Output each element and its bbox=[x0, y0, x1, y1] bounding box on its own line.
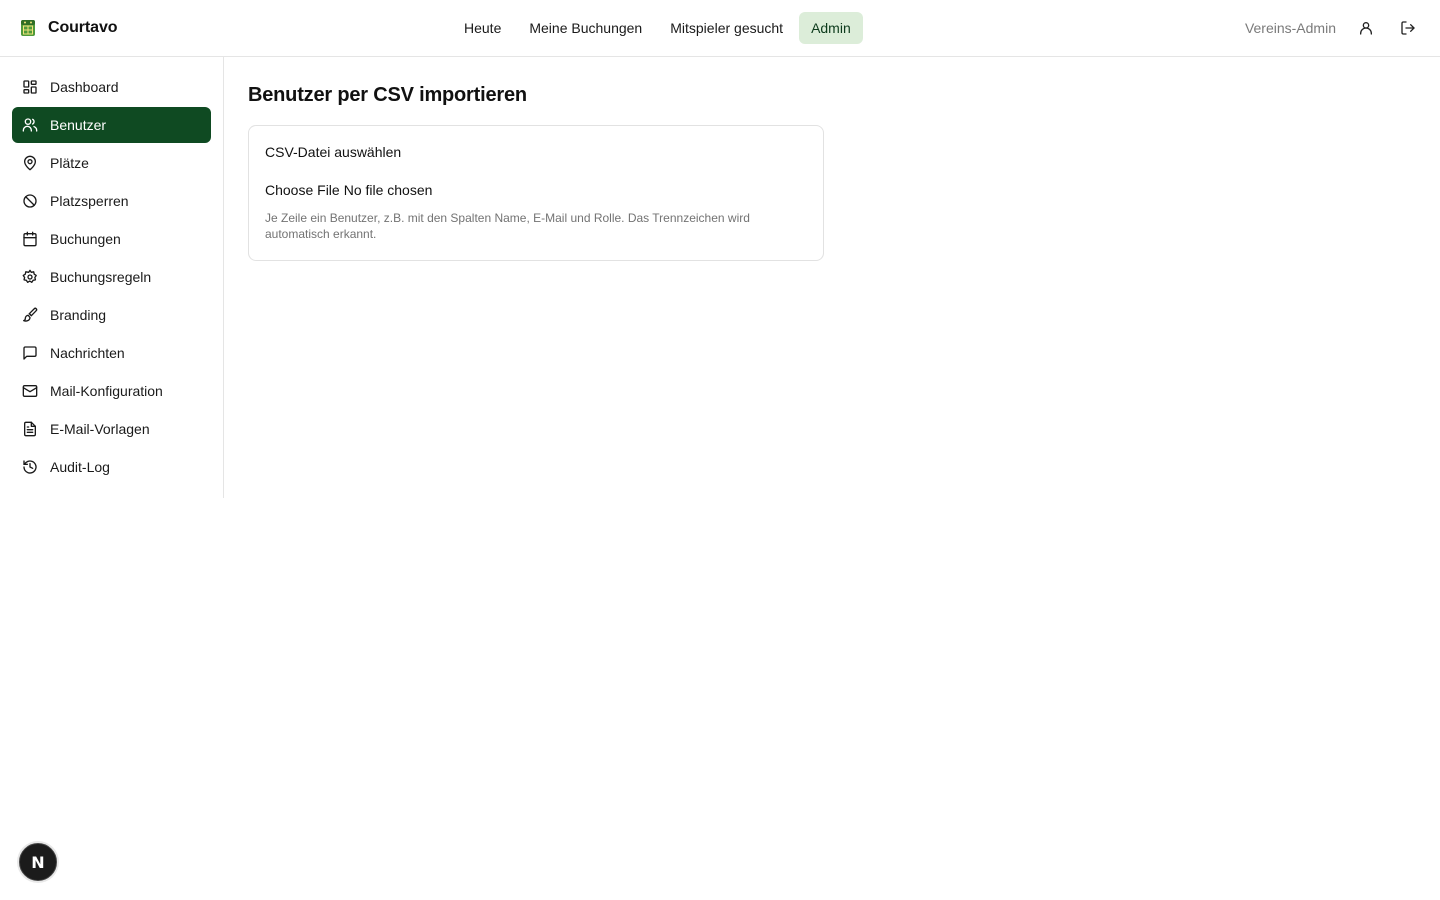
ban-icon bbox=[22, 193, 38, 209]
tennis-court-icon bbox=[20, 19, 36, 37]
dev-tools-badge[interactable]: N bbox=[19, 843, 57, 881]
sidebar-item-audit-log[interactable]: Audit-Log bbox=[12, 449, 211, 485]
mail-icon bbox=[22, 383, 38, 399]
top-navigation: Heute Meine Buchungen Mitspieler gesucht… bbox=[452, 12, 863, 44]
topnav-my-bookings[interactable]: Meine Buchungen bbox=[517, 12, 654, 44]
topnav-players-wanted[interactable]: Mitspieler gesucht bbox=[658, 12, 795, 44]
csv-help-text: Je Zeile ein Benutzer, z.B. mit den Spal… bbox=[265, 211, 750, 241]
sidebar-item-label: Buchungen bbox=[50, 231, 121, 247]
map-pin-icon bbox=[22, 155, 38, 171]
dashboard-icon bbox=[22, 79, 38, 95]
file-status: No file chosen bbox=[343, 182, 433, 198]
sidebar-item-label: Nachrichten bbox=[50, 345, 125, 361]
sidebar-item-label: Benutzer bbox=[50, 117, 107, 133]
sidebar-item-dashboard[interactable]: Dashboard bbox=[12, 69, 211, 105]
sidebar-item-label: Audit-Log bbox=[50, 459, 110, 475]
sidebar: Dashboard Benutzer Plätze Platzsperren B… bbox=[0, 57, 224, 498]
choose-file-button[interactable]: Choose File bbox=[265, 181, 340, 199]
csv-file-label: CSV-Datei auswählen bbox=[265, 144, 402, 160]
main-content: Benutzer per CSV importieren CSV-Datei a… bbox=[248, 80, 824, 261]
sidebar-item-label: E-Mail-Vorlagen bbox=[50, 421, 150, 437]
paintbrush-icon bbox=[22, 307, 38, 323]
csv-file-input[interactable]: Choose File No file chosen bbox=[265, 181, 807, 199]
sidebar-item-label: Buchungsregeln bbox=[50, 269, 152, 285]
sidebar-item-label: Dashboard bbox=[50, 79, 119, 95]
topnav-today[interactable]: Heute bbox=[452, 12, 513, 44]
app-name: Courtavo bbox=[48, 19, 118, 36]
sidebar-item-label: Platzsperren bbox=[50, 193, 129, 209]
csv-upload-card: CSV-Datei auswählen Choose File No file … bbox=[248, 125, 824, 261]
brand[interactable]: Courtavo bbox=[20, 16, 118, 40]
logout-icon[interactable] bbox=[1396, 16, 1420, 40]
sidebar-item-mail-config[interactable]: Mail-Konfiguration bbox=[12, 373, 211, 409]
sidebar-item-bookings[interactable]: Buchungen bbox=[12, 221, 211, 257]
history-icon bbox=[22, 459, 38, 475]
sidebar-item-label: Branding bbox=[50, 307, 107, 323]
page-title: Benutzer per CSV importieren bbox=[248, 84, 527, 106]
calendar-icon bbox=[22, 231, 38, 247]
sidebar-item-messages[interactable]: Nachrichten bbox=[12, 335, 211, 371]
gear-icon bbox=[22, 269, 38, 285]
message-icon bbox=[22, 345, 38, 361]
file-text-icon bbox=[22, 421, 38, 437]
user-icon[interactable] bbox=[1354, 16, 1378, 40]
users-icon bbox=[22, 117, 38, 133]
user-role: Vereins-Admin bbox=[1244, 20, 1336, 36]
sidebar-item-email-templates[interactable]: E-Mail-Vorlagen bbox=[12, 411, 211, 447]
user-area: Vereins-Admin bbox=[1245, 12, 1420, 44]
sidebar-item-branding[interactable]: Branding bbox=[12, 297, 211, 333]
sidebar-item-users[interactable]: Benutzer bbox=[12, 107, 211, 143]
sidebar-item-courts[interactable]: Plätze bbox=[12, 145, 211, 181]
dev-badge-letter: N bbox=[31, 852, 45, 872]
sidebar-item-label: Mail-Konfiguration bbox=[50, 383, 163, 399]
top-bar: Courtavo Heute Meine Buchungen Mitspiele… bbox=[0, 0, 1440, 57]
sidebar-item-label: Plätze bbox=[50, 155, 89, 171]
topnav-admin[interactable]: Admin bbox=[799, 12, 863, 44]
sidebar-item-booking-rules[interactable]: Buchungsregeln bbox=[12, 259, 211, 295]
sidebar-item-court-blocks[interactable]: Platzsperren bbox=[12, 183, 211, 219]
